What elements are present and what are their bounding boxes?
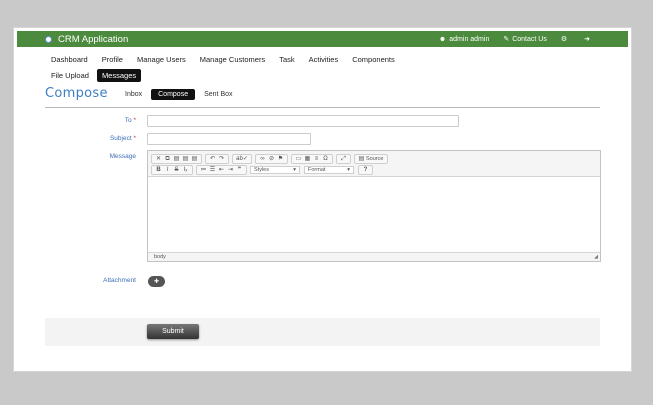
header-divider [45,107,600,108]
source-button[interactable]: ▤ Source [354,153,389,164]
resize-grip-icon[interactable]: ◢ [594,254,598,260]
strike-icon[interactable]: S [172,166,181,174]
gear-icon: ⚙ [560,36,568,43]
numbered-list-icon[interactable]: ≔ [199,166,208,174]
undo-group: ↶ ↷ [205,153,229,164]
to-required-mark: * [133,117,136,124]
nav-dashboard[interactable]: Dashboard [51,55,88,64]
attachment-label: Attachment [103,277,136,284]
app-frame: CRM Application ☻ admin admin ✎ Contact … [13,27,632,372]
tab-sent-box[interactable]: Sent Box [204,91,232,98]
bulleted-list-icon[interactable]: ☰ [208,166,217,174]
edit-icon: ✎ [503,36,510,43]
indent-icon[interactable]: ⇥ [226,166,235,174]
special-char-icon[interactable]: Ω [321,155,330,163]
list-group: ≔ ☰ ⇤ ⇥ ❞ [196,164,247,175]
maximize-group: ⤢ [336,153,351,164]
help-group: ? [358,164,373,175]
source-label: Source [366,155,384,162]
redo-icon[interactable]: ↷ [217,155,226,163]
contact-label: Contact Us [512,35,547,43]
logout-button[interactable]: ➜ [584,35,593,43]
nav-manage-customers[interactable]: Manage Customers [200,55,265,64]
settings-button[interactable]: ⚙ [561,35,570,43]
help-icon[interactable]: ? [361,166,370,174]
undo-icon[interactable]: ↶ [208,155,217,163]
nav-task[interactable]: Task [279,55,294,64]
editor-element-path: body [154,254,166,260]
spellcheck-icon[interactable]: ab✓ [235,155,249,163]
brand[interactable]: CRM Application [45,34,128,45]
outdent-icon[interactable]: ⇤ [217,166,226,174]
styles-dropdown[interactable]: Styles ▾ [250,165,300,174]
page-title: Compose [45,86,108,101]
to-label-text: To [124,117,132,124]
spellcheck-group: ab✓ [232,153,252,164]
submit-button[interactable]: Submit [147,324,199,339]
blockquote-icon[interactable]: ❞ [235,166,244,174]
insert-group: ▭ ▦ ≡ Ω [291,153,333,164]
clipboard-group: ✕ ⧉ ▤ ▤ ▤ [151,153,202,164]
logo-icon [45,35,52,43]
subject-label: Subject * [76,135,136,142]
contact-link[interactable]: ✎ Contact Us [503,35,547,44]
format-dropdown[interactable]: Format ▾ [304,165,354,174]
paste-icon[interactable]: ▤ [172,155,181,163]
nav-components[interactable]: Components [352,55,395,64]
attachment-add-button[interactable]: ✚ [148,276,165,287]
basic-styles-group: B I S Iₓ [151,164,193,175]
subject-required-mark: * [133,135,136,142]
editor-content-area[interactable] [148,176,600,253]
italic-icon[interactable]: I [163,166,172,174]
main-nav: Dashboard Profile Manage Users Manage Cu… [51,52,409,82]
subject-label-text: Subject [109,135,132,142]
user-icon: ☻ [438,35,447,43]
copy-icon[interactable]: ⧉ [163,155,172,163]
chevron-down-icon: ▾ [293,166,296,173]
editor-toolbar-row-2: B I S Iₓ ≔ ☰ ⇤ ⇥ ❞ Styles ▾ Format ▾ ? [151,164,376,175]
paste-word-icon[interactable]: ▤ [190,155,199,163]
editor-toolbar-row-1: ✕ ⧉ ▤ ▤ ▤ ↶ ↷ ab✓ ∞ ⊘ ⚑ ▭ ▦ ≡ Ω ⤢ ▤ Sour… [151,153,391,164]
message-editor: ✕ ⧉ ▤ ▤ ▤ ↶ ↷ ab✓ ∞ ⊘ ⚑ ▭ ▦ ≡ Ω ⤢ ▤ Sour… [147,150,601,262]
link-group: ∞ ⊘ ⚑ [255,153,288,164]
anchor-icon[interactable]: ⚑ [276,155,285,163]
format-label: Format [308,166,326,173]
nav-manage-users[interactable]: Manage Users [137,55,186,64]
cut-icon[interactable]: ✕ [154,155,163,163]
unlink-icon[interactable]: ⊘ [267,155,276,163]
paste-text-icon[interactable]: ▤ [181,155,190,163]
nav-activities[interactable]: Activities [309,55,339,64]
message-label: Message [109,153,136,160]
tab-compose[interactable]: Compose [151,89,196,100]
top-bar: CRM Application ☻ admin admin ✎ Contact … [17,31,628,47]
nav-messages[interactable]: Messages [96,68,142,82]
source-icon: ▤ [358,155,365,162]
app-title: CRM Application [58,33,129,45]
link-icon[interactable]: ∞ [258,155,267,163]
bold-icon[interactable]: B [154,166,163,174]
message-tabs: Inbox Compose Sent Box [125,89,242,100]
plus-icon: ✚ [153,279,160,285]
user-name: admin admin [449,35,490,43]
logout-icon: ➜ [584,36,590,43]
top-right-menu: ☻ admin admin ✎ Contact Us ⚙ ➜ [425,31,593,47]
user-menu[interactable]: ☻ admin admin [439,36,489,43]
image-icon[interactable]: ▭ [294,155,303,163]
table-icon[interactable]: ▦ [303,155,312,163]
styles-label: Styles [254,166,269,173]
horizontal-rule-icon[interactable]: ≡ [312,155,321,163]
nav-file-upload[interactable]: File Upload [51,71,89,80]
form-actions: Submit [45,318,600,346]
chevron-down-icon: ▾ [347,166,350,173]
remove-format-icon[interactable]: Iₓ [181,166,190,174]
nav-profile[interactable]: Profile [102,55,123,64]
tab-inbox[interactable]: Inbox [125,91,142,98]
to-input[interactable] [147,115,459,127]
subject-input[interactable] [147,133,311,145]
to-label: To * [76,117,136,124]
maximize-icon[interactable]: ⤢ [339,155,348,163]
